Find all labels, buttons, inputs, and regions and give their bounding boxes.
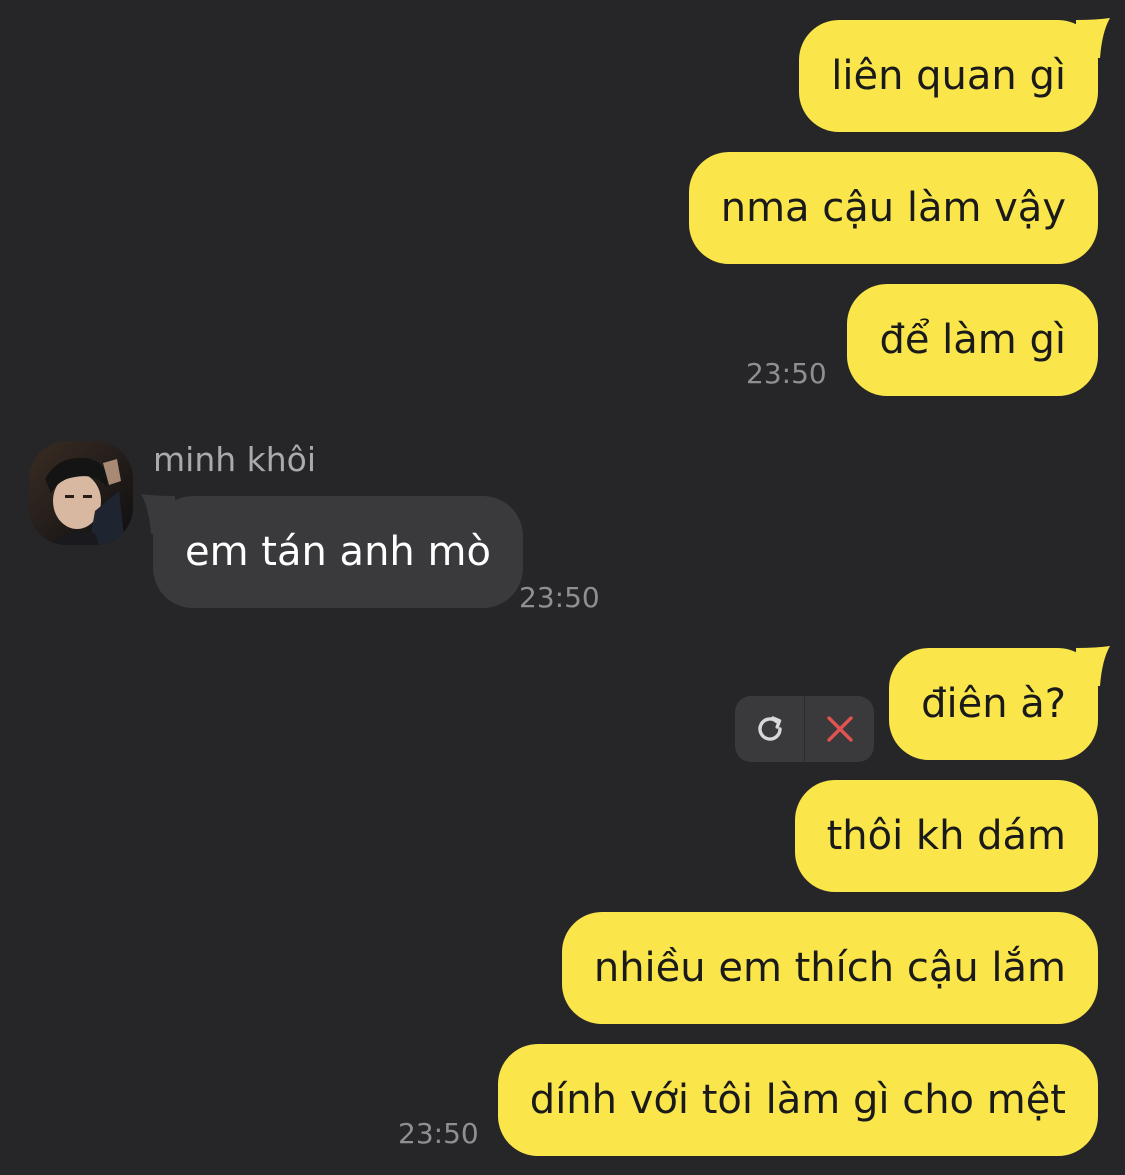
message-bubble-incoming[interactable]: em tán anh mò [141, 494, 523, 608]
avatar-photo [29, 441, 133, 545]
message-timestamp: 23:50 [398, 1117, 479, 1150]
message-bubble-outgoing[interactable]: để làm gì [847, 284, 1098, 396]
bubble-tail [1076, 18, 1110, 58]
message-text: dính với tôi làm gì cho mệt [529, 1077, 1066, 1123]
message-text: liên quan gì [831, 53, 1066, 99]
message-bubble-outgoing[interactable]: liên quan gì [799, 18, 1110, 132]
message-bubble-outgoing[interactable]: nhiều em thích cậu lắm [561, 912, 1098, 1024]
bubble-tail [1076, 646, 1110, 686]
message-bubble-outgoing[interactable]: dính với tôi làm gì cho mệt [497, 1044, 1098, 1156]
message-bubble-outgoing[interactable]: nma cậu làm vậy [688, 152, 1098, 264]
message-text: em tán anh mò [185, 529, 491, 575]
retry-button[interactable] [735, 696, 804, 762]
close-icon [826, 716, 853, 742]
sender-name: minh khôi [153, 440, 317, 479]
cancel-send-button[interactable] [805, 696, 874, 762]
message-text: điên à? [921, 681, 1066, 727]
message-timestamp: 23:50 [746, 357, 827, 390]
message-text: để làm gì [879, 317, 1066, 363]
message-bubble-outgoing[interactable]: thôi kh dám [794, 780, 1098, 892]
message-text: nhiều em thích cậu lắm [593, 945, 1066, 991]
message-bubble-outgoing[interactable]: điên à? [889, 646, 1110, 760]
failed-send-actions [735, 696, 874, 762]
message-timestamp: 23:50 [519, 581, 600, 614]
retry-icon [757, 716, 782, 741]
bubble-tail [141, 494, 175, 534]
message-text: thôi kh dám [826, 813, 1066, 859]
message-text: nma cậu làm vậy [720, 185, 1066, 231]
avatar[interactable] [29, 441, 133, 545]
